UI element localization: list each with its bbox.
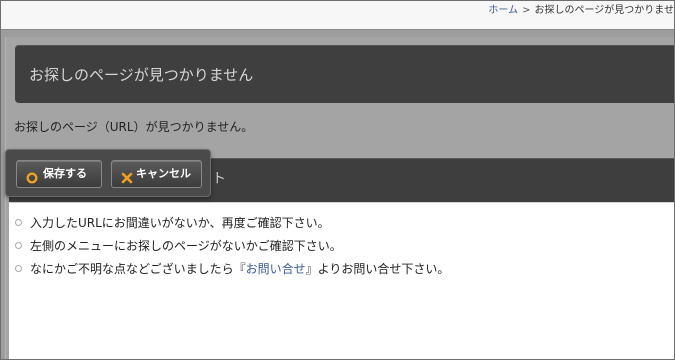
page-title-bar: お探しのページが見つかりません bbox=[15, 45, 674, 103]
tips-list: 入力したURLにお間違いがないか、再度ご確認下さい。 左側のメニューにお探しのペ… bbox=[9, 203, 674, 284]
tip-text: 入力したURLにお間違いがないか、再度ご確認下さい。 bbox=[30, 216, 330, 230]
tip-text-before: なにかご不明な点などございましたら『 bbox=[30, 262, 246, 276]
tip-text: 左側のメニューにお探しのページがないかご確認下さい。 bbox=[30, 239, 342, 253]
tip-text-after: 』よりお問い合せ下さい。 bbox=[305, 262, 450, 276]
save-button[interactable]: 保存する bbox=[16, 160, 102, 188]
cancel-button-label: キャンセル bbox=[136, 167, 191, 180]
window-frame: ホーム > お探しのページが見つかりませ お探しのページが見つかりません お探しのペ… bbox=[0, 0, 675, 360]
section-title-tail: ト bbox=[212, 171, 226, 187]
list-item: 入力したURLにお間違いがないか、再度ご確認下さい。 bbox=[15, 215, 674, 238]
page-title: お探しのページが見つかりません bbox=[29, 66, 254, 84]
breadcrumb: ホーム > お探しのページが見つかりませ bbox=[488, 5, 674, 17]
breadcrumb-separator: > bbox=[522, 5, 531, 16]
bullet-icon bbox=[15, 242, 22, 249]
bullet-icon bbox=[15, 219, 22, 226]
list-item: なにかご不明な点などございましたら『お問い合せ』よりお問い合せ下さい。 bbox=[15, 261, 674, 284]
breadcrumb-home-link[interactable]: ホーム bbox=[488, 5, 518, 16]
floating-toolbar: 保存する キャンセル bbox=[5, 149, 211, 197]
cancel-button[interactable]: キャンセル bbox=[111, 160, 202, 188]
tips-box: 入力したURLにお間違いがないか、再度ご確認下さい。 左側のメニューにお探しのペ… bbox=[9, 202, 674, 359]
breadcrumb-current: お探しのページが見つかりませ bbox=[534, 5, 675, 16]
list-item: 左側のメニューにお探しのページがないかご確認下さい。 bbox=[15, 238, 674, 261]
bullet-icon bbox=[15, 265, 22, 272]
contact-link[interactable]: お問い合せ bbox=[246, 262, 306, 276]
save-button-label: 保存する bbox=[43, 167, 87, 180]
intro-text: お探しのページ（URL）が見つかりません。 bbox=[14, 120, 254, 134]
main-panel: お探しのページが見つかりません お探しのページ（URL）が見つかりません。 ト … bbox=[5, 37, 674, 359]
ring-icon bbox=[26, 168, 38, 184]
header-band: ホーム > お探しのページが見つかりませ bbox=[1, 1, 674, 30]
x-icon bbox=[121, 168, 133, 184]
